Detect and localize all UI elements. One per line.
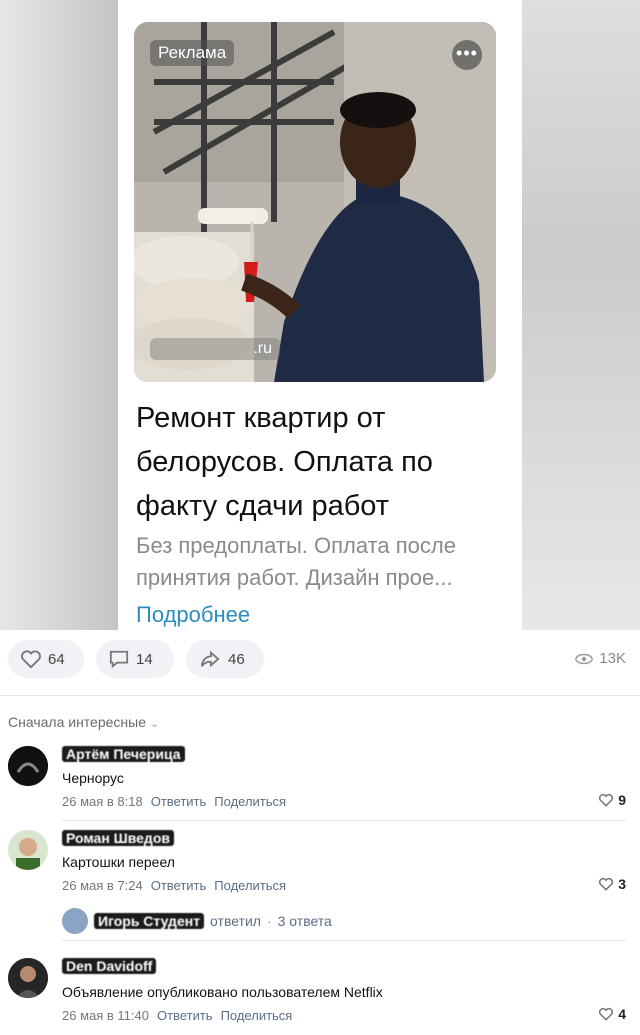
comment-like-button[interactable]: 4 bbox=[598, 1006, 626, 1022]
comment-item: Артём Печерица Чернорус 26 мая в 8:18 От… bbox=[0, 742, 640, 822]
share-button[interactable]: 46 bbox=[186, 640, 264, 678]
ad-post-area: Реклама ••• .ru Ремонт квартир от белору… bbox=[0, 0, 640, 630]
ad-domain[interactable]: .ru bbox=[150, 338, 280, 360]
comment-like-count: 3 bbox=[618, 876, 626, 892]
share-comment-button[interactable]: Поделиться bbox=[214, 794, 286, 809]
ad-more-link[interactable]: Подробнее bbox=[136, 602, 250, 628]
comment-count: 14 bbox=[136, 650, 153, 668]
comment-date[interactable]: 26 мая в 11:40 bbox=[62, 1008, 149, 1023]
heart-icon bbox=[599, 793, 614, 807]
ad-title[interactable]: Ремонт квартир от белорусов. Оплата по ф… bbox=[136, 396, 506, 528]
reply-button[interactable]: Ответить bbox=[157, 1008, 213, 1023]
comment-separator bbox=[62, 940, 626, 941]
avatar-image bbox=[8, 746, 48, 786]
comment-like-button[interactable]: 3 bbox=[598, 876, 626, 892]
comment-like-count: 4 bbox=[618, 1006, 626, 1022]
comment-author[interactable]: Артём Печерица bbox=[62, 746, 185, 762]
heart-icon bbox=[599, 877, 614, 891]
ad-photo-image bbox=[134, 22, 496, 382]
avatar[interactable] bbox=[8, 746, 48, 786]
comment-meta: 26 мая в 7:24 Ответить Поделиться bbox=[62, 878, 286, 893]
thread-replied: ответил bbox=[210, 913, 261, 929]
post-actions: 64 14 46 13K bbox=[0, 640, 640, 684]
divider bbox=[0, 695, 640, 696]
comment-button[interactable]: 14 bbox=[96, 640, 174, 678]
sort-label: Сначала интересные bbox=[8, 714, 146, 730]
ad-photo[interactable]: Реклама ••• .ru bbox=[134, 22, 496, 382]
avatar-image bbox=[8, 958, 48, 998]
comment-text: Чернорус bbox=[62, 770, 124, 786]
views-counter: 13K bbox=[575, 650, 626, 667]
like-count: 64 bbox=[48, 650, 65, 668]
heart-icon bbox=[21, 650, 41, 669]
avatar[interactable] bbox=[8, 830, 48, 870]
share-icon bbox=[200, 650, 220, 668]
thread-dot: · bbox=[266, 913, 272, 929]
ad-card[interactable]: Реклама ••• .ru Ремонт квартир от белору… bbox=[118, 0, 522, 630]
comment-sort-dropdown[interactable]: Сначала интересные ⌄ bbox=[8, 714, 159, 730]
comment-separator bbox=[62, 820, 626, 821]
thread-author: Игорь Студент bbox=[94, 913, 205, 929]
share-comment-button[interactable]: Поделиться bbox=[214, 878, 286, 893]
comment-date[interactable]: 26 мая в 7:24 bbox=[62, 878, 143, 893]
comment-text: Картошки переел bbox=[62, 854, 175, 870]
comment-icon bbox=[109, 650, 129, 669]
ad-description: Без предоплаты. Оплата после принятия ра… bbox=[136, 533, 456, 590]
ad-badge: Реклама bbox=[150, 40, 235, 66]
background-left bbox=[0, 0, 118, 630]
avatar-image bbox=[8, 830, 48, 870]
reply-thread[interactable]: Игорь Студент ответил · 3 ответа bbox=[62, 908, 332, 934]
comment-author[interactable]: Den Davidoff bbox=[62, 958, 157, 974]
reply-button[interactable]: Ответить bbox=[151, 794, 207, 809]
share-count: 46 bbox=[228, 650, 245, 668]
avatar bbox=[62, 908, 88, 934]
comment-meta: 26 мая в 11:40 Ответить Поделиться bbox=[62, 1008, 292, 1023]
share-comment-button[interactable]: Поделиться bbox=[221, 1008, 293, 1023]
heart-icon bbox=[599, 1007, 614, 1021]
eye-icon bbox=[575, 653, 594, 664]
comment-item: Роман Шведов Картошки переел 26 мая в 7:… bbox=[0, 826, 640, 942]
comment-text: Объявление опубликовано пользователем Ne… bbox=[62, 984, 383, 1000]
thread-count: 3 ответа bbox=[277, 913, 332, 929]
views-count: 13K bbox=[599, 650, 626, 667]
comment-author[interactable]: Роман Шведов bbox=[62, 830, 174, 846]
comment-meta: 26 мая в 8:18 Ответить Поделиться bbox=[62, 794, 286, 809]
comment-like-count: 9 bbox=[618, 792, 626, 808]
more-options-button[interactable]: ••• bbox=[452, 40, 482, 70]
avatar[interactable] bbox=[8, 958, 48, 998]
reply-button[interactable]: Ответить bbox=[151, 878, 207, 893]
background-right bbox=[522, 0, 640, 630]
comment-item: Den Davidoff Объявление опубликовано пол… bbox=[0, 956, 640, 1035]
comment-date[interactable]: 26 мая в 8:18 bbox=[62, 794, 143, 809]
chevron-down-icon: ⌄ bbox=[149, 718, 160, 730]
like-button[interactable]: 64 bbox=[8, 640, 84, 678]
comment-like-button[interactable]: 9 bbox=[598, 792, 626, 808]
